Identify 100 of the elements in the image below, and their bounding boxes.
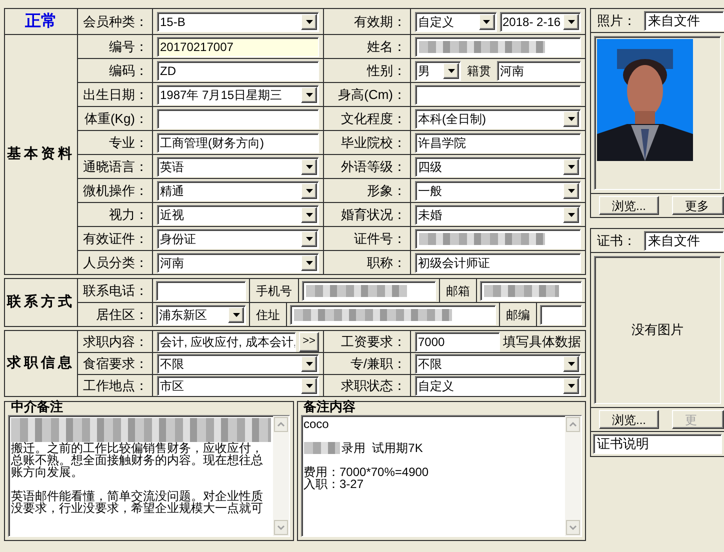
input-field[interactable] bbox=[156, 280, 246, 300]
field-label: 邮编 bbox=[505, 306, 531, 324]
caret-icon bbox=[306, 212, 312, 216]
dropdown[interactable]: 2018- 2-16 bbox=[500, 12, 581, 32]
section-title: 备注内容 bbox=[302, 401, 356, 415]
dropdown[interactable]: 自定义 bbox=[415, 12, 496, 32]
dropdown-button[interactable] bbox=[301, 230, 317, 246]
input-field[interactable]: 20170217007 bbox=[157, 36, 319, 56]
dropdown-button[interactable] bbox=[228, 306, 244, 322]
field-label: 性别： bbox=[367, 62, 406, 80]
dropdown[interactable]: 近视 bbox=[157, 204, 319, 224]
dropdown-button[interactable] bbox=[301, 378, 317, 394]
dropdown[interactable]: 精通 bbox=[157, 180, 319, 200]
field-label: 专/兼职： bbox=[350, 354, 406, 373]
dropdown-button[interactable] bbox=[563, 158, 579, 174]
dropdown[interactable]: 河南 bbox=[157, 252, 319, 272]
caret-icon bbox=[306, 20, 312, 24]
dropdown-button[interactable] bbox=[301, 182, 317, 198]
field-label: 证书： bbox=[597, 232, 636, 250]
caret-icon bbox=[568, 212, 574, 216]
dropdown-button[interactable] bbox=[301, 206, 317, 222]
dropdown[interactable]: 浦东新区 bbox=[156, 304, 246, 324]
dropdown[interactable]: 本科(全日制) bbox=[415, 108, 581, 128]
dropdown[interactable]: 男 bbox=[415, 60, 461, 80]
field-label: 视力： bbox=[109, 206, 148, 224]
input-field[interactable]: 河南 bbox=[497, 60, 581, 80]
memo-text: 英语邮件能看懂，简单交流没问题。对企业性质没要求，行业没要求，希望企业规模大一点就可 bbox=[11, 490, 264, 514]
input-field[interactable]: 证书说明 bbox=[593, 434, 722, 454]
caret-icon bbox=[306, 384, 312, 388]
dropdown-button[interactable] bbox=[301, 14, 317, 30]
field-label: 工资要求： bbox=[341, 332, 406, 351]
memo-text: 录用 试用期7K bbox=[342, 442, 423, 454]
section-title: 联系方式 bbox=[7, 292, 75, 312]
input-field[interactable]: 工商管理(财务方向) bbox=[157, 132, 319, 152]
dropdown-button[interactable] bbox=[563, 356, 579, 372]
dropdown[interactable]: 1987年 7月15日星期三 bbox=[157, 84, 319, 104]
dropdown-button[interactable] bbox=[301, 254, 317, 270]
field-label: 体重(Kg)： bbox=[84, 110, 148, 128]
caret-icon bbox=[568, 116, 574, 120]
field-label: 手机号 bbox=[255, 282, 293, 300]
empty-message: 没有图片 bbox=[632, 321, 684, 340]
caret-icon bbox=[483, 20, 490, 24]
dropdown-button[interactable] bbox=[563, 378, 579, 394]
field-label: 形象： bbox=[367, 182, 406, 200]
dropdown[interactable]: 身份证 bbox=[157, 228, 319, 248]
input-field[interactable] bbox=[157, 108, 319, 128]
browse-button[interactable]: 浏览... bbox=[599, 196, 660, 215]
dropdown-button[interactable] bbox=[478, 14, 494, 30]
input-field[interactable] bbox=[540, 304, 582, 324]
section-title: 基本资料 bbox=[7, 145, 75, 164]
dropdown[interactable]: 自定义 bbox=[415, 376, 581, 396]
field-label: 求职内容： bbox=[83, 332, 148, 351]
field-label: 有效期： bbox=[354, 12, 406, 31]
field-label: 职称： bbox=[367, 254, 406, 272]
dropdown[interactable]: 15-B bbox=[157, 12, 319, 32]
caret-icon bbox=[306, 260, 312, 264]
dropdown-button[interactable] bbox=[301, 356, 317, 372]
dropdown[interactable]: 英语 bbox=[157, 156, 319, 176]
field-label: 毕业院校： bbox=[341, 134, 406, 152]
input-field[interactable] bbox=[480, 280, 582, 300]
browse-button[interactable]: 浏览... bbox=[599, 410, 660, 429]
dropdown[interactable]: 不限 bbox=[415, 354, 581, 374]
dropdown[interactable]: 市区 bbox=[157, 376, 319, 396]
expand-button[interactable]: >> bbox=[299, 332, 319, 352]
dropdown[interactable]: 未婚 bbox=[415, 204, 581, 224]
dropdown-button[interactable] bbox=[443, 62, 459, 78]
caret-icon bbox=[232, 312, 240, 316]
field-label: 微机操作： bbox=[83, 182, 148, 200]
input-field[interactable]: 初级会计师证 bbox=[415, 252, 581, 272]
input-field[interactable] bbox=[415, 84, 581, 104]
more-button[interactable]: 更多 bbox=[672, 196, 724, 215]
dropdown-button[interactable] bbox=[563, 206, 579, 222]
dropdown-button[interactable] bbox=[563, 110, 579, 126]
input-field[interactable]: 7000 bbox=[415, 332, 500, 352]
field-label: 姓名： bbox=[367, 38, 406, 56]
dropdown-button[interactable] bbox=[563, 14, 579, 30]
field-label: 文化程度： bbox=[341, 110, 406, 128]
field-label: 身高(Cm)： bbox=[338, 86, 406, 104]
caret-icon bbox=[306, 188, 312, 192]
memo-text: coco bbox=[304, 418, 330, 430]
dropdown[interactable]: 四级 bbox=[415, 156, 581, 176]
input-field[interactable]: 许昌学院 bbox=[415, 132, 581, 152]
field-label: 有效证件： bbox=[83, 230, 148, 248]
dropdown-button[interactable] bbox=[301, 158, 317, 174]
field-label: 求职状态： bbox=[341, 376, 406, 395]
dropdown[interactable]: 一般 bbox=[415, 180, 581, 200]
input-field[interactable] bbox=[290, 304, 496, 324]
dropdown-button[interactable] bbox=[563, 182, 579, 198]
input-field[interactable]: 来自文件 bbox=[644, 10, 724, 30]
input-field[interactable] bbox=[302, 280, 436, 300]
section-title: 求职信息 bbox=[7, 354, 75, 373]
dropdown[interactable]: 不限 bbox=[157, 354, 319, 374]
caret-icon bbox=[306, 236, 312, 240]
field-label: 住址 bbox=[255, 306, 281, 324]
input-field[interactable]: ZD bbox=[157, 60, 319, 80]
input-field[interactable]: 来自文件 bbox=[644, 230, 724, 250]
input-field[interactable] bbox=[415, 228, 581, 248]
input-field[interactable] bbox=[415, 36, 581, 56]
memo-text: 搬迁。之前的工作比较偏销售财务，应收应付，总账不熟。想全面接触财务的内容。现在想往总账方向发展。 bbox=[11, 442, 264, 478]
dropdown-button[interactable] bbox=[301, 86, 317, 102]
